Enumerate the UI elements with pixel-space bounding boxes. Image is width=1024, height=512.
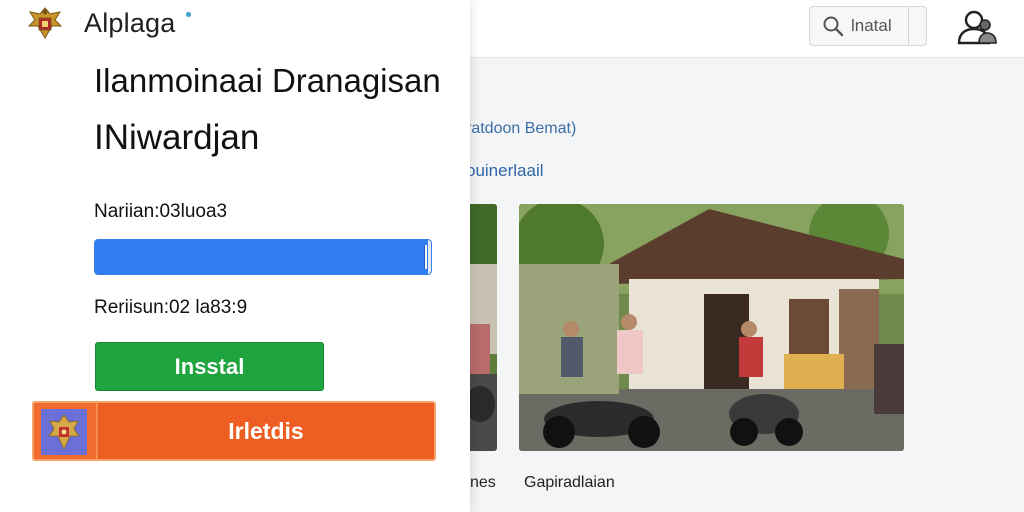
app-thumbnail-icon: [41, 409, 87, 455]
progress-end-cap: [424, 245, 427, 269]
user-avatar-icon[interactable]: [954, 8, 1000, 46]
search-input[interactable]: lnatal: [851, 7, 909, 45]
secondary-button[interactable]: Irletdis: [96, 403, 434, 459]
search-box[interactable]: lnatal: [809, 6, 927, 46]
install-progress-bar: [94, 239, 432, 275]
secondary-action-row: Irletdis: [32, 401, 436, 461]
photo-caption-left: nes: [470, 474, 496, 491]
brand-header: Alplaga: [0, 0, 470, 50]
dialog-title-line-2: INiwardjan: [94, 118, 260, 157]
photo-caption-main: Gapiradlaian: [524, 474, 615, 491]
photo-main[interactable]: [519, 204, 904, 451]
garuda-emblem-icon: [27, 7, 63, 39]
brand-dot: [186, 12, 191, 17]
progress-fill: [95, 240, 428, 274]
install-button[interactable]: Insstal: [95, 342, 324, 391]
install-dialog-panel: Alplaga Ilanmoinaai Dranagisan INiwardja…: [0, 0, 470, 512]
app-name: Alplaga: [84, 8, 176, 38]
background-sublink[interactable]: ouinerlaail: [466, 161, 544, 181]
date-label: Reriisun:02 la83:9: [94, 297, 248, 318]
background-link[interactable]: ratdoon Bemat): [466, 120, 576, 138]
dialog-title-line-1: Ilanmoinaai Dranagisan: [94, 62, 441, 99]
version-label: Nariian:03luoa3: [94, 201, 228, 222]
search-icon: [823, 16, 844, 37]
